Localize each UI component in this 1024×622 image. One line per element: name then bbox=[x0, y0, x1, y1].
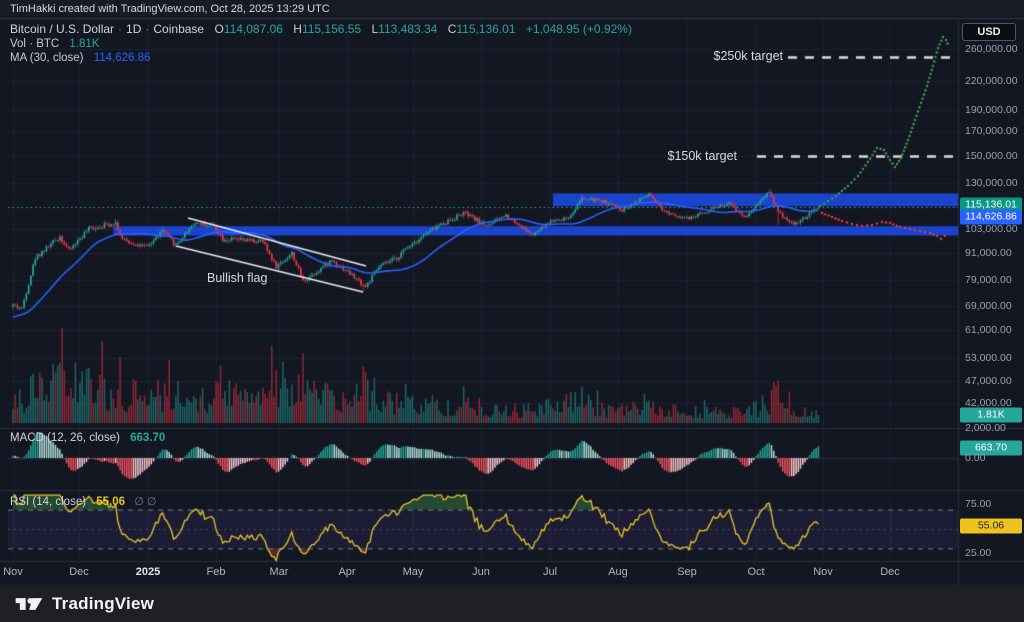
tradingview-logo-icon bbox=[14, 594, 44, 614]
tradingview-wordmark: TradingView bbox=[52, 594, 154, 614]
footer-bar: TradingView bbox=[0, 585, 1024, 622]
chart-canvas[interactable] bbox=[0, 0, 1024, 622]
time-axis[interactable] bbox=[0, 561, 958, 585]
attribution-bar: TimHakki created with TradingView.com, O… bbox=[0, 0, 1024, 19]
currency-button[interactable]: USD bbox=[962, 23, 1016, 41]
attribution-text: TimHakki created with TradingView.com, O… bbox=[10, 3, 330, 15]
tradingview-snapshot: TimHakki created with TradingView.com, O… bbox=[0, 0, 1024, 622]
tradingview-logo[interactable]: TradingView bbox=[14, 594, 154, 614]
price-axis[interactable] bbox=[958, 18, 1024, 561]
